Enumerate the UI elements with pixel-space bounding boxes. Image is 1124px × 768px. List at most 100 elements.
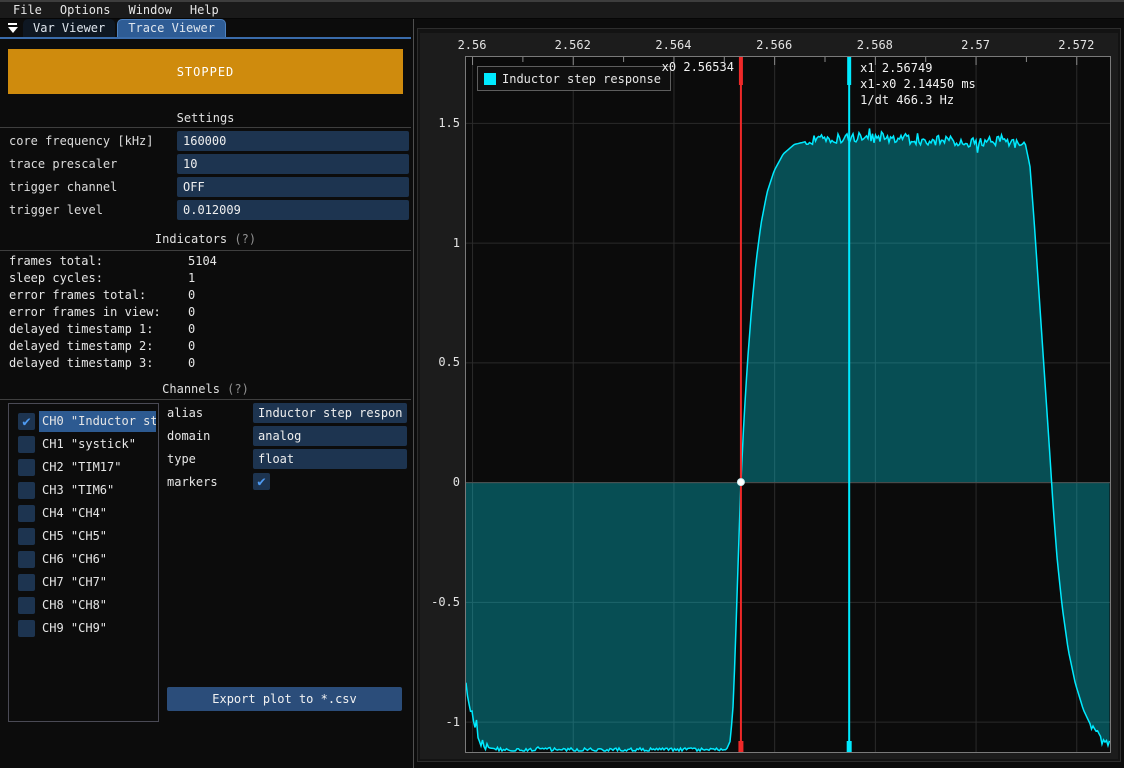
channel-checkbox-7[interactable] xyxy=(18,574,35,591)
tabbar: Var ViewerTrace Viewer xyxy=(0,19,411,37)
indicator-label-4: delayed timestamp 1: xyxy=(9,322,154,336)
x-tick-label-5: 2.57 xyxy=(961,38,990,52)
channel-checkbox-2[interactable] xyxy=(18,459,35,476)
setting-input-2[interactable] xyxy=(177,177,409,197)
indicator-value-2: 0 xyxy=(188,288,195,302)
channel-row-0[interactable]: ✔CH0 "Inductor st xyxy=(9,410,158,433)
alias-input[interactable] xyxy=(253,403,407,423)
y-tick-label-5: -1 xyxy=(420,715,460,729)
tab-list-arrow-icon[interactable] xyxy=(4,20,21,36)
menubar: FileOptionsWindowHelp xyxy=(0,2,1124,19)
indicator-value-4: 0 xyxy=(188,322,195,336)
tab-var-viewer[interactable]: Var Viewer xyxy=(23,19,115,37)
channels-separator xyxy=(0,399,411,400)
marker-x1-annotation: x1 2.56749 x1-x0 2.14450 ms 1/dt 466.3 H… xyxy=(860,60,976,108)
menu-item-file[interactable]: File xyxy=(4,2,51,19)
setting-label-2: trigger channel xyxy=(9,177,117,197)
y-tick-label-3: 0 xyxy=(420,475,460,489)
y-tick-label-4: -0.5 xyxy=(420,595,460,609)
channel-checkbox-0[interactable]: ✔ xyxy=(18,413,35,430)
channel-label-3[interactable]: CH3 "TIM6" xyxy=(39,480,156,501)
setting-input-3[interactable] xyxy=(177,200,409,220)
marker-x1-line-bottom-handle[interactable] xyxy=(847,741,852,752)
indicator-value-6: 0 xyxy=(188,356,195,370)
channel-label-1[interactable]: CH1 "systick" xyxy=(39,434,156,455)
tabbar-underline xyxy=(0,37,411,39)
channel-label-2[interactable]: CH2 "TIM17" xyxy=(39,457,156,478)
type-input[interactable] xyxy=(253,449,407,469)
indicator-value-3: 0 xyxy=(188,305,195,319)
indicator-label-3: error frames in view: xyxy=(9,305,161,319)
marker-x1-line-top-handle[interactable] xyxy=(847,57,851,85)
marker-x0-line[interactable] xyxy=(738,57,743,752)
acquisition-status-button[interactable]: STOPPED xyxy=(8,49,403,94)
x-tick-label-6: 2.572 xyxy=(1058,38,1094,52)
channel-label-8[interactable]: CH8 "CH8" xyxy=(39,595,156,616)
x-tick-label-0: 2.56 xyxy=(458,38,487,52)
channel-checkbox-8[interactable] xyxy=(18,597,35,614)
channel-row-2[interactable]: CH2 "TIM17" xyxy=(9,456,158,479)
channel-row-9[interactable]: CH9 "CH9" xyxy=(9,617,158,640)
alias-label: alias xyxy=(167,403,203,423)
channel-label-5[interactable]: CH5 "CH5" xyxy=(39,526,156,547)
channel-checkbox-9[interactable] xyxy=(18,620,35,637)
export-csv-button[interactable]: Export plot to *.csv xyxy=(167,687,402,711)
plot-legend[interactable]: Inductor step response xyxy=(477,66,671,91)
channel-row-1[interactable]: CH1 "systick" xyxy=(9,433,158,456)
domain-label: domain xyxy=(167,426,210,446)
indicators-separator xyxy=(0,250,411,251)
channel-row-6[interactable]: CH6 "CH6" xyxy=(9,548,158,571)
y-tick-label-0: 1.5 xyxy=(420,116,460,130)
settings-separator xyxy=(0,127,411,128)
type-label: type xyxy=(167,449,196,469)
indicator-label-5: delayed timestamp 2: xyxy=(9,339,154,353)
markers-label: markers xyxy=(167,472,218,492)
tab-trace-viewer[interactable]: Trace Viewer xyxy=(117,19,226,37)
channel-label-0[interactable]: CH0 "Inductor st xyxy=(39,411,156,432)
legend-swatch-icon xyxy=(484,73,496,85)
x-tick-label-4: 2.568 xyxy=(857,38,893,52)
panel-divider[interactable] xyxy=(413,19,414,768)
setting-input-1[interactable] xyxy=(177,154,409,174)
channel-checkbox-5[interactable] xyxy=(18,528,35,545)
channel-row-4[interactable]: CH4 "CH4" xyxy=(9,502,158,525)
trace-point-marker xyxy=(737,479,744,486)
indicator-label-0: frames total: xyxy=(9,254,103,268)
channel-label-9[interactable]: CH9 "CH9" xyxy=(39,618,156,639)
domain-input[interactable] xyxy=(253,426,407,446)
setting-input-0[interactable] xyxy=(177,131,409,151)
channel-checkbox-1[interactable] xyxy=(18,436,35,453)
setting-label-0: core frequency [kHz] xyxy=(9,131,154,151)
x-tick-label-1: 2.562 xyxy=(555,38,591,52)
setting-label-3: trigger level xyxy=(9,200,103,220)
channel-list: ✔CH0 "Inductor stCH1 "systick"CH2 "TIM17… xyxy=(8,403,159,722)
x-axis-ticks xyxy=(473,57,1077,65)
channel-checkbox-4[interactable] xyxy=(18,505,35,522)
setting-label-1: trace prescaler xyxy=(9,154,117,174)
x-tick-label-3: 2.566 xyxy=(756,38,792,52)
menu-item-window[interactable]: Window xyxy=(119,2,180,19)
waveform-svg xyxy=(466,57,1110,752)
menu-item-help[interactable]: Help xyxy=(181,2,228,19)
channel-checkbox-3[interactable] xyxy=(18,482,35,499)
marker-x0-line-top-handle[interactable] xyxy=(739,57,743,85)
channels-header: Channels (?) xyxy=(0,382,411,396)
channel-checkbox-6[interactable] xyxy=(18,551,35,568)
channel-row-3[interactable]: CH3 "TIM6" xyxy=(9,479,158,502)
app-window: FileOptionsWindowHelp Var ViewerTrace Vi… xyxy=(0,0,1124,768)
indicator-label-1: sleep cycles: xyxy=(9,271,103,285)
channel-label-6[interactable]: CH6 "CH6" xyxy=(39,549,156,570)
marker-x0-line-bottom-handle[interactable] xyxy=(738,741,743,752)
plot-area[interactable]: Inductor step response x0 2.56534 x1 2.5… xyxy=(466,57,1110,752)
channel-row-8[interactable]: CH8 "CH8" xyxy=(9,594,158,617)
channel-row-7[interactable]: CH7 "CH7" xyxy=(9,571,158,594)
channel-label-4[interactable]: CH4 "CH4" xyxy=(39,503,156,524)
left-panel: Var ViewerTrace Viewer STOPPED Settings … xyxy=(0,19,411,768)
menu-item-options[interactable]: Options xyxy=(51,2,120,19)
y-tick-label-1: 1 xyxy=(420,236,460,250)
channel-row-5[interactable]: CH5 "CH5" xyxy=(9,525,158,548)
channel-label-7[interactable]: CH7 "CH7" xyxy=(39,572,156,593)
markers-checkbox[interactable]: ✔ xyxy=(253,473,270,490)
x-tick-label-2: 2.564 xyxy=(655,38,691,52)
indicator-value-0: 5104 xyxy=(188,254,217,268)
